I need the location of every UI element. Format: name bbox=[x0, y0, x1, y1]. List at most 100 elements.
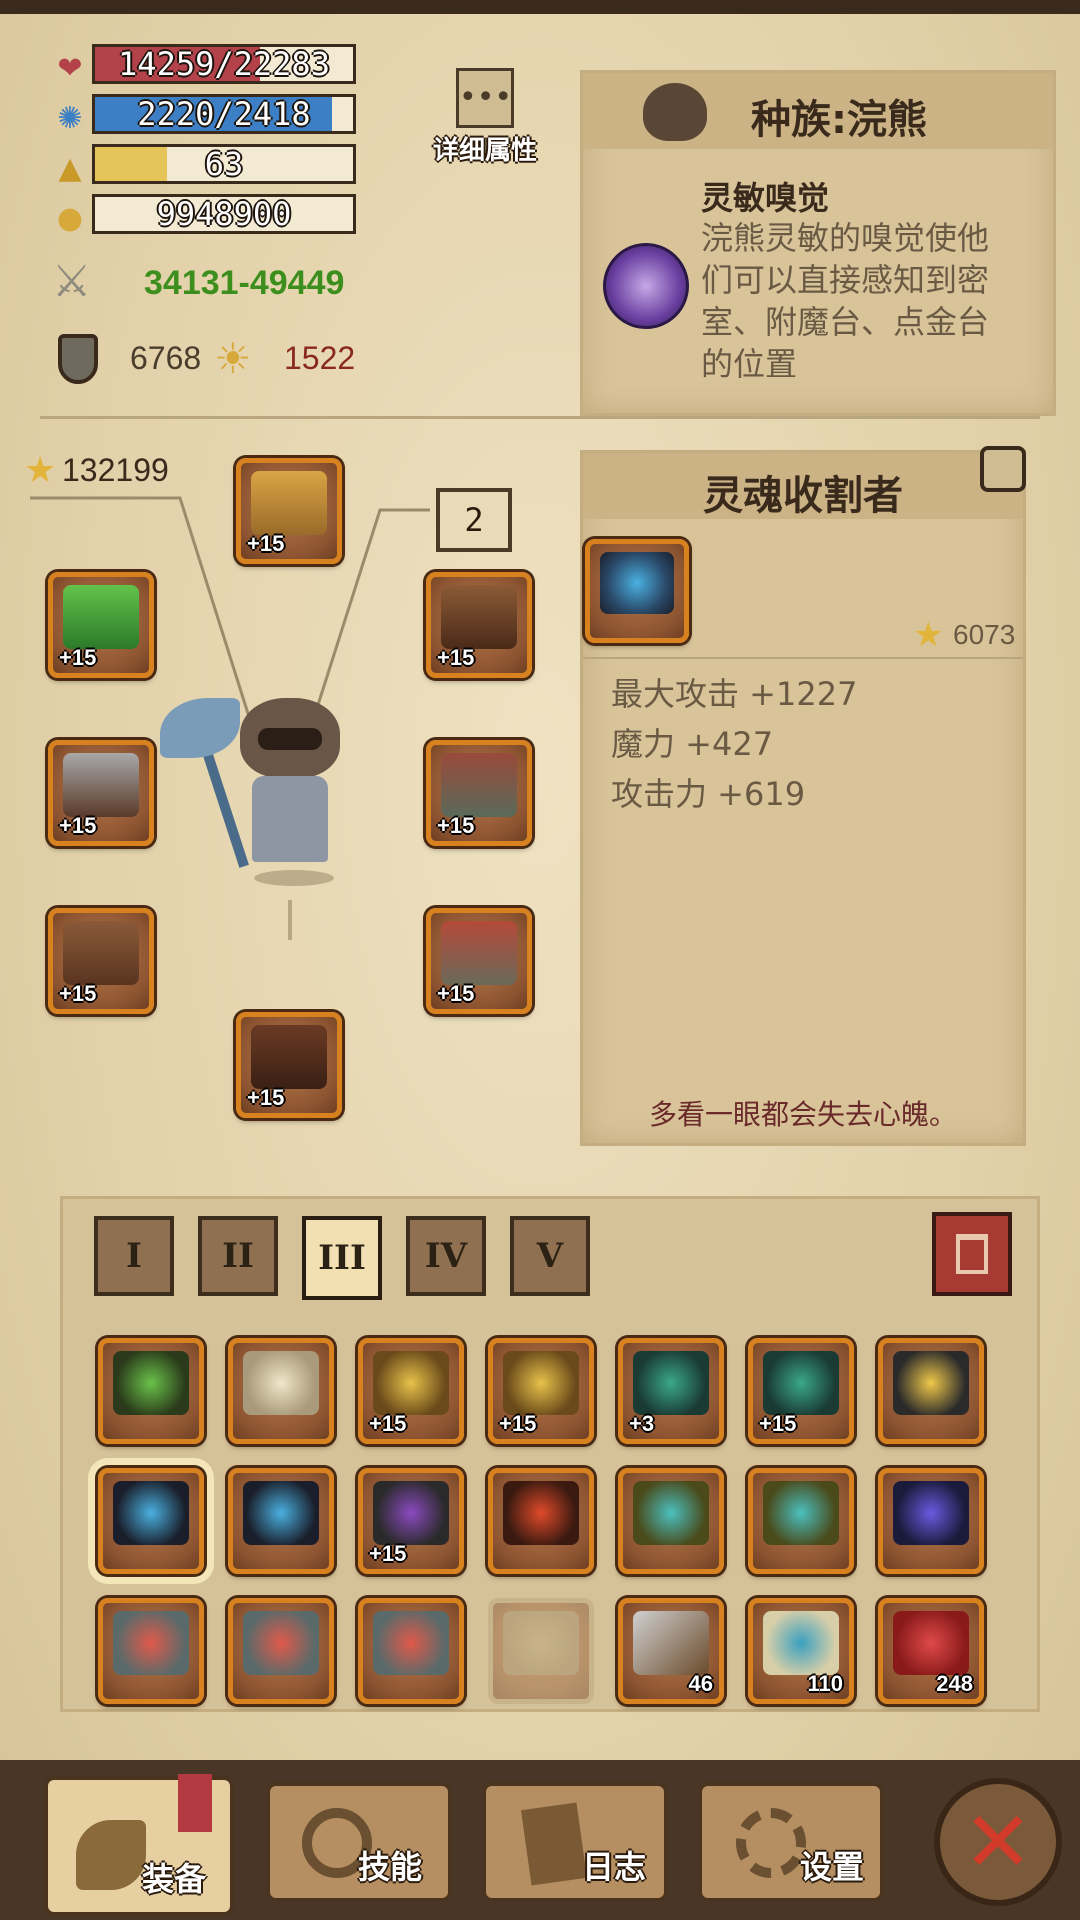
inventory-slot-green-beetle-amulet[interactable] bbox=[98, 1338, 204, 1444]
xp-bar: 63 bbox=[92, 144, 356, 184]
jade-spiral-amulet-icon bbox=[633, 1351, 709, 1415]
inventory-slot-galaxy-ring[interactable] bbox=[878, 1468, 984, 1574]
mp-bar: 2220/2418 bbox=[92, 94, 356, 134]
inventory-slot-label: +3 bbox=[629, 1411, 655, 1436]
nav-equip-button[interactable]: 装备 bbox=[44, 1774, 234, 1916]
boots-icon bbox=[251, 1025, 327, 1089]
item-star-icon: ★ bbox=[913, 615, 944, 655]
inventory-slot-striped-ring[interactable] bbox=[98, 1598, 204, 1704]
unlock-icon[interactable] bbox=[980, 446, 1026, 492]
magic-torch-icon: ☀ bbox=[214, 334, 252, 383]
green-beetle-amulet-icon bbox=[113, 1351, 189, 1415]
inventory-slot-label: 46 bbox=[688, 1671, 713, 1696]
winged-amulet-icon bbox=[243, 1351, 319, 1415]
bracer-icon bbox=[63, 921, 139, 985]
axe-icon bbox=[76, 1820, 146, 1890]
inventory-slot-label: 248 bbox=[936, 1671, 973, 1696]
skill-desc-line-4: 的位置 bbox=[701, 345, 798, 383]
inventory-slot-striped-ring[interactable] bbox=[358, 1598, 464, 1704]
inventory-slot-map-scroll[interactable]: 110 bbox=[748, 1598, 854, 1704]
inventory-slot-dollar-amulet[interactable]: +15 bbox=[358, 1338, 464, 1444]
inventory-slot-soul-reaper-ring[interactable] bbox=[228, 1468, 334, 1574]
item-preview-slot bbox=[585, 539, 689, 643]
inventory-slot-label: 110 bbox=[807, 1671, 844, 1696]
tab-V[interactable]: V bbox=[510, 1216, 590, 1296]
nav-log-button[interactable]: 日志 bbox=[482, 1782, 668, 1902]
inventory-slot-pickaxe[interactable]: 46 bbox=[618, 1598, 724, 1704]
lava-ring-icon bbox=[503, 1481, 579, 1545]
inventory-slot-striped-ring[interactable] bbox=[228, 1598, 334, 1704]
inventory-slot-label: +15 bbox=[369, 1411, 407, 1436]
armor-value: 6768 bbox=[130, 340, 202, 376]
shield-icon bbox=[58, 334, 98, 384]
hp-value: 14259/22283 bbox=[118, 45, 330, 83]
item-score: 6073 bbox=[953, 619, 1016, 650]
trash-icon bbox=[956, 1234, 988, 1274]
item-divider bbox=[583, 657, 1023, 659]
inventory-slot-gold-cross-amulet[interactable] bbox=[878, 1338, 984, 1444]
inventory-slot-vine-ring[interactable] bbox=[618, 1468, 724, 1574]
race-title: 种族:浣熊 bbox=[751, 97, 927, 143]
equip-slot-boots[interactable]: +15 bbox=[236, 1012, 342, 1118]
vine-ring-icon bbox=[763, 1481, 839, 1545]
crossed-swords-icon: ⚔ bbox=[52, 256, 92, 307]
level-row: ▲ bbox=[50, 146, 90, 190]
pants-icon bbox=[441, 921, 517, 985]
nav-skills-label: 技能 bbox=[358, 1848, 423, 1886]
item-flavor-text: 多看一眼都会失去心魄。 bbox=[648, 1098, 957, 1131]
trash-button[interactable] bbox=[932, 1212, 1012, 1296]
wing-icon bbox=[160, 698, 240, 758]
hp-bar: 14259/22283 bbox=[92, 44, 356, 84]
inventory-slot-dollar-amulet[interactable]: +15 bbox=[488, 1338, 594, 1444]
tab-III[interactable]: III bbox=[302, 1216, 382, 1300]
inventory-slot-winged-amulet[interactable] bbox=[228, 1338, 334, 1444]
item-stat-2: 魔力 +427 bbox=[611, 725, 774, 763]
inventory-slot-soul-reaper-ring[interactable] bbox=[98, 1468, 204, 1574]
equip-slot-helmet[interactable]: +15 bbox=[236, 458, 342, 564]
close-icon: ✕ bbox=[962, 1793, 1034, 1891]
gold-row: ● bbox=[50, 196, 90, 240]
tab-I[interactable]: I bbox=[94, 1216, 174, 1296]
detail-attributes-label: 详细属性 bbox=[432, 136, 537, 166]
divider-line bbox=[40, 416, 1040, 419]
inventory-slot-jade-spiral-amulet[interactable]: +3 bbox=[618, 1338, 724, 1444]
gear-icon bbox=[736, 1808, 806, 1878]
jade-spiral-amulet-icon bbox=[763, 1351, 839, 1415]
spider-ring-icon bbox=[373, 1481, 449, 1545]
nav-settings-button[interactable]: 设置 bbox=[698, 1782, 884, 1902]
pickaxe-icon bbox=[633, 1611, 709, 1675]
inventory-slot-red-potion[interactable]: 248 bbox=[878, 1598, 984, 1704]
nav-equip-label: 装备 bbox=[142, 1860, 207, 1898]
triangle-level-icon: ▲ bbox=[58, 150, 82, 186]
nav-skills-button[interactable]: 技能 bbox=[266, 1782, 452, 1902]
tab-II[interactable]: II bbox=[198, 1216, 278, 1296]
equip-slot-amulet[interactable]: +15 bbox=[48, 572, 154, 678]
soul-reaper-ring-icon bbox=[243, 1481, 319, 1545]
level-value: 63 bbox=[204, 145, 244, 183]
close-button[interactable]: ✕ bbox=[934, 1778, 1062, 1906]
item-title: 灵魂收割者 bbox=[703, 473, 903, 519]
character-mask bbox=[258, 728, 322, 750]
equip-slot-armor[interactable]: +15 bbox=[426, 740, 532, 846]
dollar-amulet-icon bbox=[503, 1351, 579, 1415]
inventory-slot-label: +15 bbox=[369, 1541, 407, 1566]
ellipsis-icon: ••• bbox=[456, 68, 514, 128]
equip-slot-ring[interactable]: +15 bbox=[48, 908, 154, 1014]
equip-slot-weapon[interactable]: +15 bbox=[48, 740, 154, 846]
gold-cross-amulet-icon bbox=[893, 1351, 969, 1415]
equip-slot-pants[interactable]: +15 bbox=[426, 908, 532, 1014]
skill-icon bbox=[603, 243, 689, 329]
tab-IV[interactable]: IV bbox=[406, 1216, 486, 1296]
item-stat-1: 最大攻击 +1227 bbox=[611, 675, 858, 713]
gauntlet-icon bbox=[63, 753, 139, 817]
inventory-slot-vine-ring[interactable] bbox=[748, 1468, 854, 1574]
inventory-slot-label: +15 bbox=[759, 1411, 797, 1436]
equip-slot-shoulder[interactable]: +15 bbox=[426, 572, 532, 678]
inventory-slot-jade-spiral-amulet[interactable]: +15 bbox=[748, 1338, 854, 1444]
skill-desc-line-1: 浣熊灵敏的嗅觉使他 bbox=[701, 219, 990, 257]
inventory-slot-lava-ring[interactable] bbox=[488, 1468, 594, 1574]
detail-attributes-button[interactable]: ••• 详细属性 bbox=[432, 68, 538, 168]
nav-settings-label: 设置 bbox=[800, 1848, 865, 1886]
inventory-slot-spider-ring[interactable]: +15 bbox=[358, 1468, 464, 1574]
gold-value: 9948900 bbox=[156, 195, 292, 233]
